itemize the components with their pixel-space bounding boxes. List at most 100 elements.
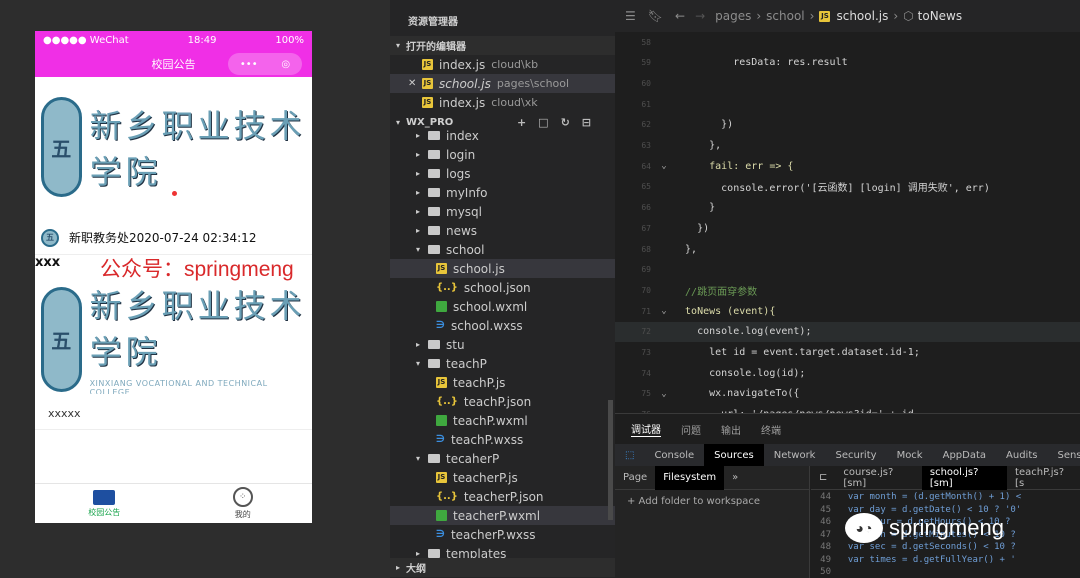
open-editor-item[interactable]: JS index.js cloud\kb	[390, 55, 615, 74]
tree-file-item[interactable]: {..} teacherP.json	[390, 487, 615, 506]
tree-folder-item[interactable]: ▸ index	[390, 126, 615, 145]
debug-tab[interactable]: 终端	[761, 422, 781, 437]
inspect-icon[interactable]: ⬚	[615, 444, 644, 466]
college-banner-top[interactable]: 五 新乡职业技术学院	[41, 86, 306, 208]
outline-header[interactable]: ▸ 大纲	[390, 558, 615, 577]
navigator-tab[interactable]: »	[724, 466, 746, 490]
devtools-tab-sensor[interactable]: Sensor	[1047, 444, 1080, 466]
code-line[interactable]: 75 ⌄ wx.navigateTo({	[615, 384, 1080, 404]
code-editor[interactable]: ☰ 🔖︎ ← → pages › school › JS school.js ›…	[615, 0, 1080, 413]
source-file-tab[interactable]: school.js? [sm]	[921, 466, 1008, 490]
back-arrow-icon[interactable]: ←	[675, 9, 685, 23]
scrollbar[interactable]	[608, 400, 613, 520]
navigator-tab[interactable]: Page	[615, 466, 655, 490]
crumb-pages[interactable]: pages	[715, 9, 751, 23]
code-line[interactable]: 59 resData: res.result	[615, 53, 1080, 73]
code-line[interactable]: 72 console.log(event);	[615, 321, 1080, 342]
tree-file-item[interactable]: ∋ school.wxss	[390, 316, 615, 335]
devtools-tab-network[interactable]: Network	[764, 444, 826, 466]
devtools-tab-security[interactable]: Security	[825, 444, 886, 466]
devtools-tab-console[interactable]: Console	[644, 444, 704, 466]
close-icon[interactable]: ◎	[281, 59, 290, 70]
line-number: 65	[641, 182, 651, 192]
code-line[interactable]: 73 let id = event.target.dataset.id-1;	[615, 343, 1080, 363]
code-line[interactable]: 61	[615, 94, 1080, 114]
code-line[interactable]: 65 console.error('[云函数] [login] 调用失败', e…	[615, 177, 1080, 197]
college-banner-bottom[interactable]: 五 新乡职业技术学院 XINXIANG VOCATIONAL AND TECHN…	[41, 284, 306, 394]
fold-chevron-icon[interactable]: ⌄	[655, 306, 673, 316]
tree-file-item[interactable]: ∋ teachP.wxss	[390, 430, 615, 449]
crumb-function[interactable]: toNews	[918, 9, 962, 23]
code-line[interactable]: 69	[615, 260, 1080, 280]
source-line: 49 var times = d.getFullYear() + '	[811, 555, 1016, 567]
tree-file-item[interactable]: teacherP.wxml	[390, 506, 615, 525]
open-editors-header[interactable]: ▾ 打开的编辑器	[390, 36, 615, 55]
tree-file-item[interactable]: teachP.wxml	[390, 411, 615, 430]
code-line[interactable]: 60	[615, 73, 1080, 93]
devtools-tab-appdata[interactable]: AppData	[933, 444, 996, 466]
tree-folder-item[interactable]: ▸ mysql	[390, 202, 615, 221]
tree-file-item[interactable]: {..} teachP.json	[390, 392, 615, 411]
tree-folder-item[interactable]: ▸ news	[390, 221, 615, 240]
tree-folder-item[interactable]: ▸ myInfo	[390, 183, 615, 202]
news-title: 新职教务处2020-07-24 02:34:12	[69, 231, 257, 245]
code-line[interactable]: 64 ⌄ fail: err => {	[615, 156, 1080, 176]
source-file-tab[interactable]: teachP.js? [s	[1007, 466, 1080, 490]
tree-file-item[interactable]: JS school.js	[390, 259, 615, 278]
list-icon[interactable]: ☰	[625, 9, 636, 23]
code-line[interactable]: 68 },	[615, 239, 1080, 259]
crumb-file[interactable]: school.js	[836, 9, 888, 23]
code-line[interactable]: 74 console.log(id);	[615, 363, 1080, 383]
code-line[interactable]: 70 //跳页面穿参数	[615, 280, 1080, 300]
js-file-icon: JS	[422, 97, 433, 108]
tree-file-item[interactable]: JS teacherP.js	[390, 468, 615, 487]
bookmark-icon[interactable]: 🔖︎	[648, 9, 663, 23]
code-line[interactable]: 62 })	[615, 115, 1080, 135]
code-line[interactable]: 67 })	[615, 218, 1080, 238]
more-icon[interactable]: •••	[240, 59, 258, 70]
code-line[interactable]: 66 }	[615, 198, 1080, 218]
code-line[interactable]: 63 },	[615, 136, 1080, 156]
forward-arrow-icon[interactable]: →	[695, 9, 705, 23]
chevron-right-icon: ▸	[416, 340, 421, 349]
navigator-tab[interactable]: Filesystem	[655, 465, 725, 490]
tree-file-item[interactable]: JS teachP.js	[390, 373, 615, 392]
news-list-item[interactable]: 五 新职教务处2020-07-24 02:34:12	[35, 221, 312, 255]
devtools-tab-mock[interactable]: Mock	[887, 444, 933, 466]
tree-item-label: school.wxss	[450, 318, 523, 333]
tree-file-item[interactable]: school.wxml	[390, 297, 615, 316]
open-editor-item[interactable]: JS index.js cloud\xk	[390, 93, 615, 112]
tree-item-label: teachP.js	[453, 375, 506, 390]
debug-tab[interactable]: 调试器	[631, 421, 661, 437]
open-editor-item[interactable]: ✕ JS school.js pages\school	[390, 74, 615, 93]
folder-icon	[428, 340, 440, 349]
debug-tab[interactable]: 问题	[681, 422, 701, 437]
close-icon[interactable]: ✕	[408, 78, 422, 89]
college-name-block: 新乡职业技术学院 XINXIANG VOCATIONAL AND TECHNIC…	[90, 284, 306, 394]
source-file-tab[interactable]: course.js? [sm]	[835, 466, 921, 490]
tree-folder-item[interactable]: ▸ logs	[390, 164, 615, 183]
crumb-school[interactable]: school	[766, 9, 804, 23]
fold-chevron-icon[interactable]: ⌄	[655, 161, 673, 171]
tree-folder-item[interactable]: ▾ school	[390, 240, 615, 259]
code-line[interactable]: 58	[615, 32, 1080, 52]
devtools-tab-sources[interactable]: Sources	[704, 444, 764, 466]
debug-tab[interactable]: 输出	[721, 422, 741, 437]
tree-folder-item[interactable]: ▸ login	[390, 145, 615, 164]
tree-folder-item[interactable]: ▸ stu	[390, 335, 615, 354]
code-line[interactable]: 71 ⌄ toNews (event){	[615, 301, 1080, 321]
code-text: let id = event.target.dataset.id-1;	[673, 347, 920, 358]
add-folder-link[interactable]: + Add folder to workspace	[615, 490, 809, 513]
code-line[interactable]: 76 url: '/pages/news/news?id=' + id	[615, 405, 1080, 413]
devtools-tabs: ⬚ Console Sources Network Security Mock AppDa…	[615, 444, 1080, 466]
tree-folder-item[interactable]: ▾ teachP	[390, 354, 615, 373]
tab-mine[interactable]: ⁘ 我的	[174, 484, 313, 523]
tree-folder-item[interactable]: ▾ tecaherP	[390, 449, 615, 468]
tree-file-item[interactable]: {..} school.json	[390, 278, 615, 297]
fold-chevron-icon[interactable]: ⌄	[655, 389, 673, 399]
line-number: 44	[820, 492, 831, 502]
toggle-sidebar-icon[interactable]: ⊏	[811, 466, 835, 490]
tree-file-item[interactable]: ∋ teacherP.wxss	[390, 525, 615, 544]
devtools-tab-audits[interactable]: Audits	[996, 444, 1047, 466]
tab-announcements[interactable]: 校园公告	[35, 484, 174, 523]
